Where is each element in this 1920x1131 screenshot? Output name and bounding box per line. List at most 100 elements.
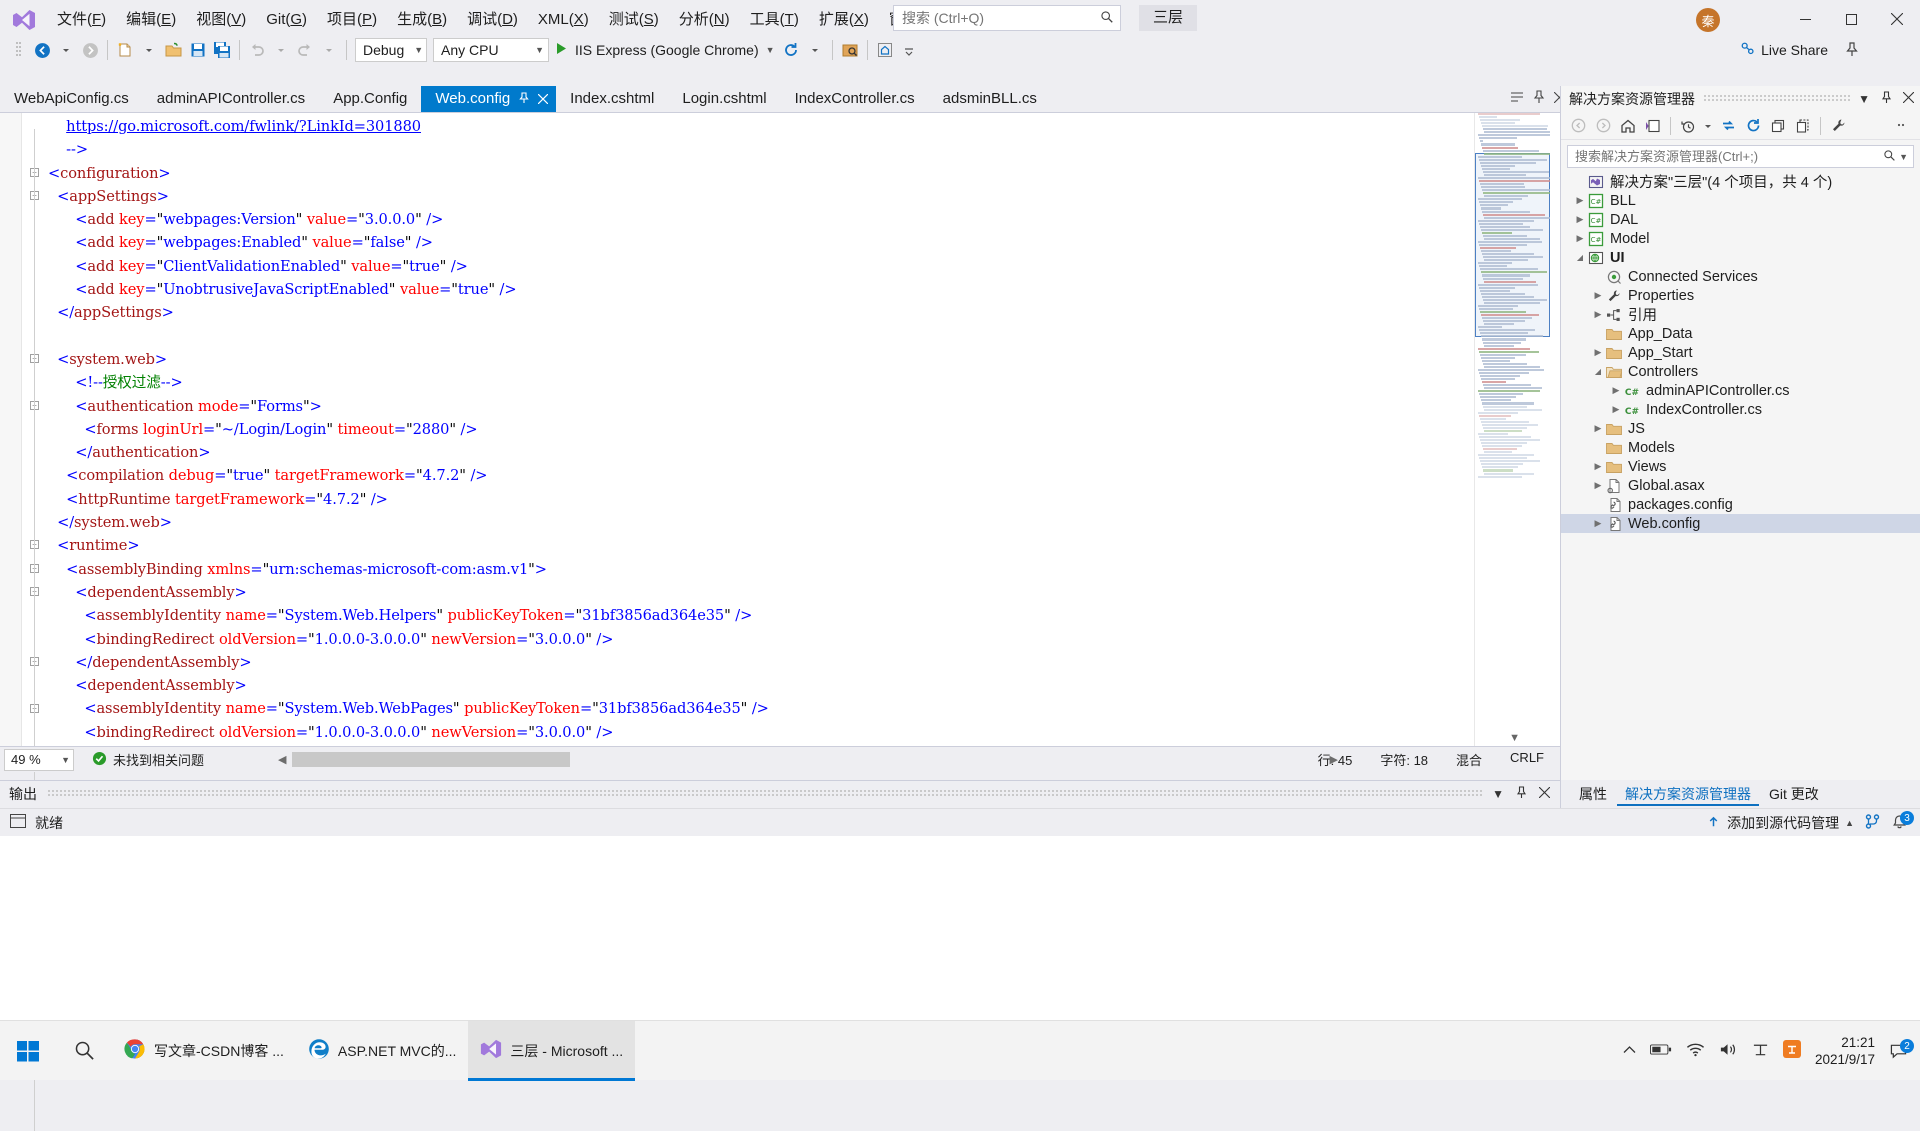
chevron-right-icon[interactable]: ▶ [1573,233,1587,244]
chevron-right-icon[interactable]: ▶ [1609,385,1623,396]
pin-panel-icon[interactable] [1516,786,1527,802]
chevron-down-icon[interactable] [1701,114,1715,138]
tree-node-js[interactable]: ▶ JS [1561,419,1920,438]
menu-view[interactable]: 视图(V) [186,6,256,34]
menu-analyze[interactable]: 分析(N) [669,6,740,34]
solution-root-node[interactable]: 解决方案"三层"(4 个项目，共 4 个) [1561,172,1920,191]
chevron-right-icon[interactable]: ▶ [1591,290,1605,301]
battery-icon[interactable] [1649,1043,1672,1059]
tree-node-properties[interactable]: ▶ Properties [1561,286,1920,305]
menu-debug[interactable]: 调试(D) [457,6,528,34]
menu-git[interactable]: Git(G) [256,6,317,34]
tree-node-views[interactable]: ▶ Views [1561,457,1920,476]
tree-node-ui[interactable]: ◢ UI [1561,248,1920,267]
menu-edit[interactable]: 编辑(E) [116,6,186,34]
solution-configuration-combo[interactable]: Debug ▼ [355,38,427,62]
scroll-left-icon[interactable]: ◀ [278,753,286,766]
search-options-dropdown-icon[interactable]: ▼ [1899,152,1908,162]
active-project-chip[interactable]: 三层 [1139,5,1198,31]
system-tray[interactable]: 21:21 2021/9/17 2 [1623,1034,1920,1068]
chevron-down-icon[interactable]: ▼ [1858,92,1870,106]
new-project-icon[interactable] [113,37,137,63]
tool-window-tab-解决方案资源管理器[interactable]: 解决方案资源管理器 [1617,782,1759,806]
open-file-icon[interactable] [161,37,186,63]
browser-preview-icon[interactable] [838,37,862,63]
tab-strip-controls[interactable] [1510,90,1566,107]
tree-node-models[interactable]: Models [1561,438,1920,457]
pending-changes-icon[interactable] [1676,114,1700,138]
hot-reload-dropdown-icon[interactable] [803,37,827,63]
navigate-backward-icon[interactable] [30,37,54,63]
notifications-button[interactable]: 3 [1891,811,1914,831]
tab-list-dropdown-icon[interactable] [1510,91,1524,106]
document-tab-adminapicontroller-cs[interactable]: adminAPIController.cs [142,86,320,112]
menu-test[interactable]: 测试(S) [599,6,669,34]
navigate-backward-dropdown-icon[interactable] [54,37,78,63]
tree-node-global-asax[interactable]: ▶ Global.asax [1561,476,1920,495]
code-editor[interactable]: −−−−−−−−− https://go.microsoft.com/fwlin… [0,112,1560,1131]
chevron-right-icon[interactable]: ▶ [1573,195,1587,206]
ime-icon[interactable] [1752,1042,1769,1060]
chevron-down-icon[interactable]: ▼ [1492,787,1504,801]
chevron-right-icon[interactable]: ▶ [1591,480,1605,491]
pin-toolbar-icon[interactable] [1840,37,1864,63]
taskbar-app-vs[interactable]: 三层 - Microsoft ... [468,1020,636,1081]
taskbar-clock[interactable]: 21:21 2021/9/17 [1815,1034,1875,1068]
solution-tree[interactable]: 解决方案"三层"(4 个项目，共 4 个) ▶ C# BLL ▶ C# DAL ▶ C# Mod… [1561,172,1920,533]
chevron-right-icon[interactable]: ▶ [1609,404,1623,415]
tree-node-app-start[interactable]: ▶ App_Start [1561,343,1920,362]
pin-document-icon[interactable] [1533,90,1545,107]
status-bar-right[interactable]: 添加到源代码管理 ▲ 3 [1706,811,1920,833]
collapse-all-icon[interactable] [1766,114,1790,138]
windows-taskbar[interactable]: 写文章-CSDN博客 ... ASP.NET MVC的... 三层 - Micros… [0,1020,1920,1081]
pin-tab-icon[interactable] [519,92,529,106]
tree-node-dal[interactable]: ▶ C# DAL [1561,210,1920,229]
code-text[interactable]: https://go.microsoft.com/fwlink/?LinkId=… [48,115,1550,746]
document-tab-strip[interactable]: WebApiConfig.cs adminAPIController.cs App.… [0,86,1560,112]
tree-node-indexcontroller-cs[interactable]: ▶ C# IndexController.cs [1561,400,1920,419]
document-tab-adsminbll-cs[interactable]: adsminBLL.cs [928,86,1051,112]
menu-file[interactable]: 文件(F) [47,6,116,34]
scroll-down-icon[interactable]: ▼ [1509,732,1520,744]
start-debugging-button[interactable]: IIS Express (Google Chrome) ▼ [552,37,779,63]
save-icon[interactable] [186,37,210,63]
output-panel-controls[interactable]: ▼ [1492,786,1560,802]
wifi-icon[interactable] [1686,1042,1705,1060]
solution-platform-combo[interactable]: Any CPU ▼ [433,38,549,62]
search-input[interactable] [900,9,1100,27]
toolbar-overflow-icon[interactable] [1890,114,1914,138]
menu-build[interactable]: 生成(B) [387,6,457,34]
solution-explorer-search-box[interactable]: ▼ [1567,145,1914,168]
menu-project[interactable]: 项目(P) [317,6,387,34]
tree-node--[interactable]: ▶ 引用 [1561,305,1920,324]
documentation-link[interactable]: https://go.microsoft.com/fwlink/?LinkId=… [66,118,421,135]
tree-node-controllers[interactable]: ◢ Controllers [1561,362,1920,381]
tree-node-adminapicontroller-cs[interactable]: ▶ C# adminAPIController.cs [1561,381,1920,400]
navigate-forward-icon[interactable] [78,37,102,63]
tree-node-app-data[interactable]: App_Data [1561,324,1920,343]
chevron-down-icon[interactable]: ◢ [1573,253,1587,262]
document-tab-webapiconfig-cs[interactable]: WebApiConfig.cs [0,86,143,112]
new-project-dropdown-icon[interactable] [137,37,161,63]
properties-icon[interactable] [1826,114,1850,138]
taskbar-app-chrome[interactable]: 写文章-CSDN博客 ... [112,1021,296,1081]
solution-search-input[interactable] [1573,148,1884,165]
taskbar-search-button[interactable] [56,1021,112,1081]
standard-toolbar[interactable]: Debug ▼ Any CPU ▼ IIS Express (Google Ch… [0,33,1920,67]
select-browsers-icon[interactable] [873,37,897,63]
menu-xml[interactable]: XML(X) [528,6,599,34]
pending-changes-filter-icon[interactable] [1641,114,1665,138]
tree-node-model[interactable]: ▶ C# Model [1561,229,1920,248]
account-avatar[interactable]: 秦 [1696,8,1720,32]
tool-window-tab-Git-更改[interactable]: Git 更改 [1761,782,1827,806]
start-button[interactable] [0,1021,56,1081]
horizontal-scroll-thumb[interactable] [292,752,570,767]
document-tab-app-config[interactable]: App.Config [319,86,422,112]
tree-node-connected-services[interactable]: Connected Services [1561,267,1920,286]
horizontal-scrollbar[interactable]: ◀ ▶ [278,752,1338,767]
add-to-source-control-button[interactable]: 添加到源代码管理 ▲ [1706,813,1854,833]
close-panel-icon[interactable] [1538,786,1551,801]
pin-panel-icon[interactable] [1881,91,1892,107]
live-share-button[interactable]: Live Share [1734,37,1834,63]
close-tab-icon[interactable] [537,93,549,106]
